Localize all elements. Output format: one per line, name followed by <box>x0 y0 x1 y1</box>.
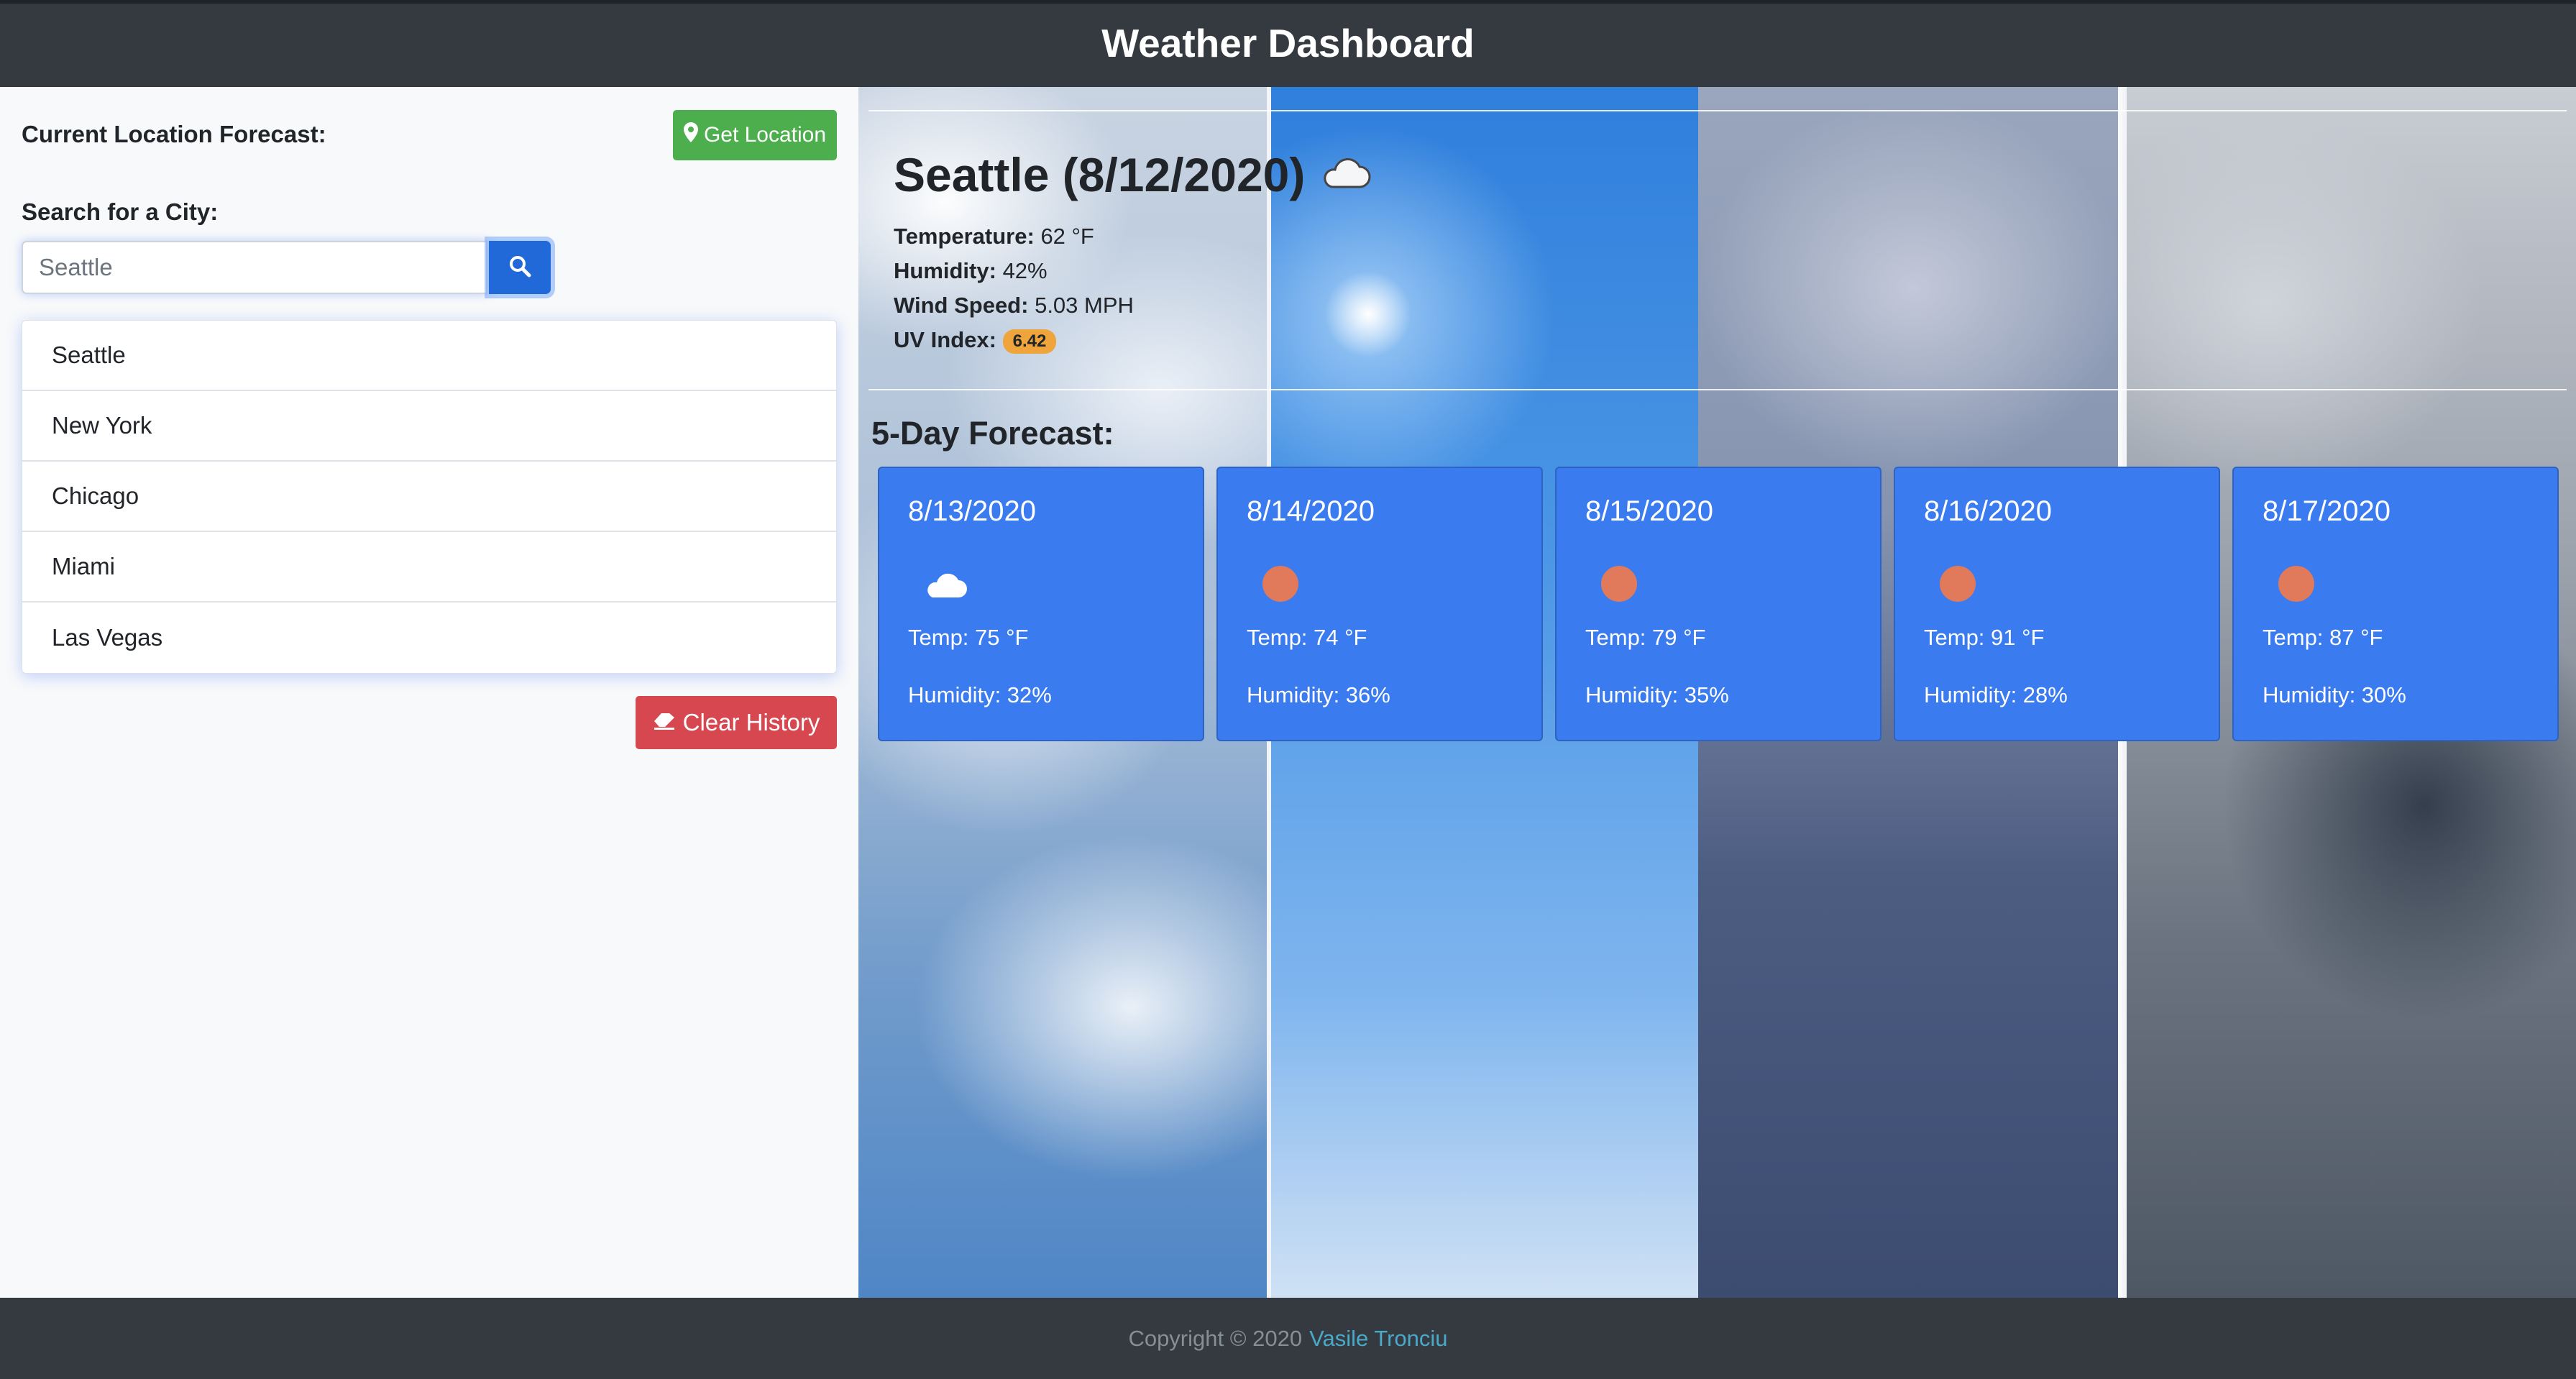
forecast-humidity: Humidity: 28% <box>1924 682 2068 707</box>
forecast-humidity: Humidity: 30% <box>2263 682 2406 707</box>
current-weather-top-border <box>868 110 2567 111</box>
forecast-card: 8/15/2020 Temp: 79 °F Humidity: 35% <box>1555 467 1881 741</box>
wind-speed-value: 5.03 MPH <box>1035 293 1134 318</box>
forecast-date: 8/16/2020 <box>1924 495 2052 527</box>
uv-index-row: UV Index: 6.42 <box>894 323 1134 357</box>
cloud-icon <box>1318 147 1371 202</box>
get-location-label: Get Location <box>703 123 827 147</box>
forecast-card: 8/17/2020 Temp: 87 °F Humidity: 30% <box>2232 467 2559 741</box>
forecast-temp: Temp: 87 °F <box>2263 625 2383 650</box>
forecast-card: 8/14/2020 Temp: 74 °F Humidity: 36% <box>1216 467 1543 741</box>
forecast-heading: 5-Day Forecast: <box>871 415 1114 452</box>
copyright-text: Copyright © 2020 <box>1128 1325 1303 1351</box>
city-search-input[interactable] <box>22 241 487 294</box>
history-item-miami[interactable]: Miami <box>22 532 836 603</box>
uv-index-label: UV Index: <box>894 327 996 352</box>
search-icon <box>508 255 531 281</box>
humidity-value: 42% <box>1002 258 1048 283</box>
forecast-temp: Temp: 75 °F <box>908 625 1029 650</box>
forecast-humidity: Humidity: 32% <box>908 682 1052 707</box>
main-content: Seattle (8/12/2020) Temperature: 62 °F H… <box>858 87 2576 1298</box>
forecast-temp: Temp: 79 °F <box>1585 625 1706 650</box>
forecast-humidity: Humidity: 35% <box>1585 682 1729 707</box>
search-history-list: Seattle New York Chicago Miami Las Vegas <box>22 320 837 674</box>
footer: Copyright © 2020 Vasile Tronciu <box>0 1298 2576 1379</box>
humidity-label: Humidity: <box>894 258 996 283</box>
sidebar: Current Location Forecast: Get Location … <box>0 87 858 1298</box>
map-marker-icon <box>683 122 698 148</box>
clear-history-label: Clear History <box>682 709 820 736</box>
sun-icon <box>1601 566 1637 602</box>
current-city-title: Seattle (8/12/2020) <box>894 147 1371 202</box>
temperature-row: Temperature: 62 °F <box>894 219 1134 254</box>
get-location-button[interactable]: Get Location <box>673 110 837 160</box>
wind-speed-label: Wind Speed: <box>894 293 1029 318</box>
sun-icon <box>1262 566 1298 602</box>
forecast-humidity: Humidity: 36% <box>1247 682 1390 707</box>
app-header: Weather Dashboard <box>0 0 2576 87</box>
cloud-icon <box>921 569 968 604</box>
uv-index-badge: 6.42 <box>1002 329 1057 354</box>
forecast-temp: Temp: 91 °F <box>1924 625 2045 650</box>
sun-icon <box>2278 566 2314 602</box>
wind-speed-row: Wind Speed: 5.03 MPH <box>894 288 1134 323</box>
current-weather-bottom-border <box>868 389 2567 390</box>
current-weather-stats: Temperature: 62 °F Humidity: 42% Wind Sp… <box>894 219 1134 357</box>
history-item-new-york[interactable]: New York <box>22 391 836 462</box>
history-item-seattle[interactable]: Seattle <box>22 321 836 391</box>
current-location-label: Current Location Forecast: <box>22 121 326 147</box>
forecast-card: 8/13/2020 Temp: 75 °F Humidity: 32% <box>878 467 1204 741</box>
search-label: Search for a City: <box>22 198 219 225</box>
history-item-las-vegas[interactable]: Las Vegas <box>22 603 836 673</box>
forecast-date: 8/17/2020 <box>2263 495 2391 527</box>
search-button[interactable] <box>489 241 551 294</box>
humidity-row: Humidity: 42% <box>894 254 1134 288</box>
forecast-date: 8/13/2020 <box>908 495 1036 527</box>
forecast-temp: Temp: 74 °F <box>1247 625 1367 650</box>
temperature-value: 62 °F <box>1040 224 1094 249</box>
clear-history-button[interactable]: Clear History <box>636 696 837 749</box>
eraser-icon <box>653 709 676 736</box>
sun-icon <box>1940 566 1976 602</box>
author-link[interactable]: Vasile Tronciu <box>1309 1326 1447 1352</box>
temperature-label: Temperature: <box>894 224 1035 249</box>
forecast-date: 8/15/2020 <box>1585 495 1713 527</box>
forecast-card: 8/16/2020 Temp: 91 °F Humidity: 28% <box>1894 467 2220 741</box>
forecast-date: 8/14/2020 <box>1247 495 1375 527</box>
page-title: Weather Dashboard <box>1101 21 1475 65</box>
city-date-heading: Seattle (8/12/2020) <box>894 148 1306 201</box>
history-item-chicago[interactable]: Chicago <box>22 462 836 532</box>
